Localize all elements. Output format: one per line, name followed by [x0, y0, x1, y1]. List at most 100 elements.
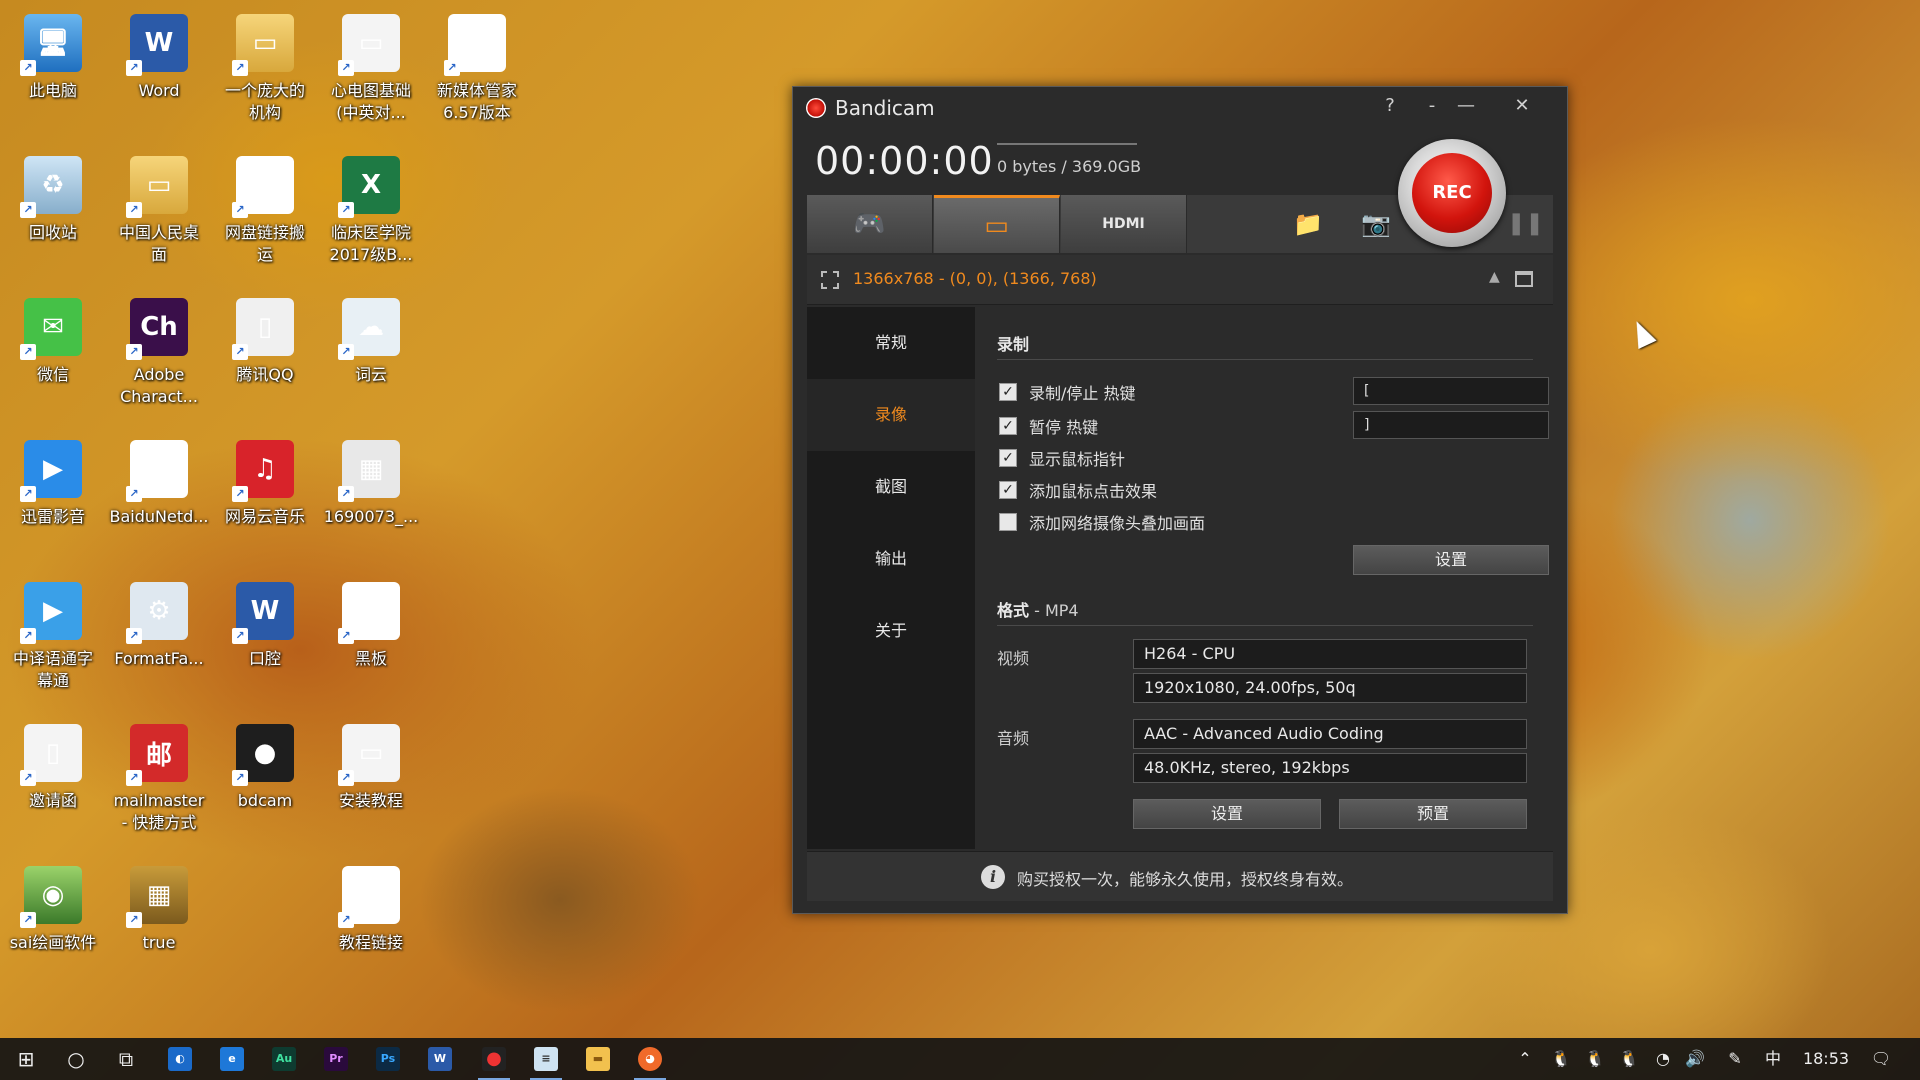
tray-qq-icon[interactable]: 🐧: [1546, 1038, 1576, 1080]
record-settings-button[interactable]: 设置: [1353, 545, 1549, 575]
desktop-icon[interactable]: ◉ sai绘画软件: [4, 858, 102, 994]
region-bar[interactable]: 1366x768 - (0, 0), (1366, 768) ▲: [807, 255, 1553, 305]
sidebar-item-output[interactable]: 输出: [807, 523, 975, 595]
taskbar-audition[interactable]: Au: [260, 1042, 308, 1076]
desktop-icon[interactable]: ▶ 中译语通字 幕通: [4, 574, 102, 710]
search-button[interactable]: ○: [52, 1042, 100, 1076]
desktop-icon[interactable]: X 临床医学院 2017级B...: [322, 148, 420, 284]
option-pause-hotkey[interactable]: ✓ 暂停 热键: [999, 415, 1098, 437]
tray-clock[interactable]: 18:53: [1798, 1038, 1854, 1080]
collapse-arrow-icon[interactable]: ▲: [1489, 269, 1500, 285]
bandicam-window: Bandicam ? - — ✕ 00:00:00 0 bytes / 369.…: [792, 86, 1568, 914]
rec-button[interactable]: REC: [1398, 139, 1506, 247]
desktop-icon-image-icon: ▦: [126, 866, 188, 928]
action-center-icon[interactable]: 🗨: [1866, 1038, 1896, 1080]
desktop-icon[interactable]: ▶ 迅雷影音: [4, 432, 102, 568]
desktop-icon[interactable]: ♫ 网易云音乐: [216, 432, 314, 568]
desktop-icon[interactable]: 🖥 此电脑: [4, 6, 102, 142]
format-value: - MP4: [1029, 601, 1079, 620]
desktop-icon[interactable]: ▭ 中国人民桌 面: [110, 148, 208, 284]
checkbox-record-hotkey[interactable]: ✓: [999, 383, 1017, 401]
checkbox-webcam-overlay[interactable]: [999, 513, 1017, 531]
open-folder-button[interactable]: 📁: [1275, 195, 1341, 253]
desktop-icon[interactable]: ⚙ FormatFa...: [110, 574, 208, 710]
desktop-icon[interactable]: ▦ 1690073_...: [322, 432, 420, 568]
tray-pen-icon[interactable]: ✎: [1720, 1038, 1750, 1080]
desktop-icon[interactable]: 邮 mailmaster - 快捷方式: [110, 716, 208, 852]
screen-mode-tab[interactable]: ▭: [934, 195, 1060, 253]
desktop-icon[interactable]: ▯ 邀请函: [4, 716, 102, 852]
desktop-icon[interactable]: ▭ 安装教程: [322, 716, 420, 852]
option-label: 录制/停止 热键: [1029, 384, 1136, 403]
desktop-icon[interactable]: ✉ 微信: [4, 290, 102, 426]
taskbar-browser[interactable]: ◐: [156, 1042, 204, 1076]
desktop-icon[interactable]: ✿ BaiduNetd...: [109, 432, 209, 568]
tray-qq-icon[interactable]: 🐧: [1614, 1038, 1644, 1080]
desktop-icon-image-icon: ▦: [338, 440, 400, 502]
help-button[interactable]: ?: [1373, 93, 1407, 119]
desktop-icon[interactable]: ▦ true: [110, 858, 208, 994]
desktop-icon[interactable]: ≡ 黑板: [322, 574, 420, 710]
sidebar-item-about[interactable]: 关于: [807, 595, 975, 667]
start-button[interactable]: ⊞: [2, 1042, 50, 1076]
desktop-icon-image-icon: ▭: [126, 156, 188, 218]
desktop-icon[interactable]: ≡ 教程链接: [322, 858, 420, 994]
windows-logo-icon: ⊞: [17, 1047, 35, 1071]
edge-icon: e: [220, 1047, 244, 1071]
taskbar-bandicam[interactable]: ●: [470, 1042, 518, 1080]
desktop-icon[interactable]: ▯ 腾讯QQ: [216, 290, 314, 426]
taskbar-word[interactable]: W: [416, 1042, 464, 1076]
desktop-icon[interactable]: ● bdcam: [216, 716, 314, 852]
browser-icon: ◐: [168, 1047, 192, 1071]
minimize-button[interactable]: —: [1449, 93, 1483, 119]
license-info-text[interactable]: 购买授权一次，能够永久使用，授权终身有效。: [1017, 866, 1353, 890]
desktop-icon-label: bdcam: [237, 791, 293, 810]
checkbox-click-effect[interactable]: ✓: [999, 481, 1017, 499]
record-hotkey-field[interactable]: [: [1353, 377, 1549, 405]
taskbar-photoshop[interactable]: Ps: [364, 1042, 412, 1076]
game-mode-tab[interactable]: 🎮: [807, 195, 933, 253]
taskbar-edge[interactable]: e: [208, 1042, 256, 1076]
desktop-icon-label: 迅雷影音: [20, 507, 85, 526]
sidebar-item-image[interactable]: 截图: [807, 451, 975, 523]
taskbar-premiere[interactable]: Pr: [312, 1042, 360, 1076]
option-click-effect[interactable]: ✓ 添加鼠标点击效果: [999, 479, 1157, 501]
desktop-icon[interactable]: ♻ 回收站: [4, 148, 102, 284]
task-view-icon: ⧉: [118, 1047, 134, 1071]
footer-bar[interactable]: i 购买授权一次，能够永久使用，授权终身有效。: [807, 851, 1553, 901]
preset-button[interactable]: 预置: [1339, 799, 1527, 829]
desktop-icon[interactable]: Ch Adobe Charact...: [110, 290, 208, 426]
desktop-icon[interactable]: ≡ 网盘链接搬 运: [216, 148, 314, 284]
format-settings-button[interactable]: 设置: [1133, 799, 1321, 829]
pause-button[interactable]: ❚❚: [1507, 207, 1544, 241]
option-record-hotkey[interactable]: ✓ 录制/停止 热键: [999, 381, 1135, 403]
tray-wifi-icon[interactable]: ◔: [1648, 1038, 1678, 1080]
taskbar-app[interactable]: ◕: [626, 1042, 674, 1080]
close-button[interactable]: ✕: [1505, 93, 1539, 119]
fullscreen-icon[interactable]: [1515, 271, 1533, 287]
checkbox-pause-hotkey[interactable]: ✓: [999, 417, 1017, 435]
sidebar-item-video[interactable]: 录像: [807, 379, 975, 451]
pause-hotkey-field[interactable]: ]: [1353, 411, 1549, 439]
option-webcam-overlay[interactable]: 添加网络摄像头叠加画面: [999, 511, 1205, 533]
option-show-cursor[interactable]: ✓ 显示鼠标指针: [999, 447, 1125, 469]
tray-ime-indicator[interactable]: 中: [1758, 1038, 1788, 1080]
mini-mode-button[interactable]: -: [1415, 93, 1449, 119]
desktop-icon[interactable]: ☁ 词云: [322, 290, 420, 426]
taskbar-explorer[interactable]: ▬: [574, 1042, 622, 1076]
device-mode-tab[interactable]: HDMI: [1061, 195, 1187, 253]
task-view-button[interactable]: ⧉: [102, 1042, 150, 1076]
tray-volume-icon[interactable]: 🔊: [1680, 1038, 1710, 1080]
sidebar-item-general[interactable]: 常规: [807, 307, 975, 379]
recording-timer: 00:00:00: [815, 139, 994, 183]
taskbar-notepad[interactable]: ≡: [522, 1042, 570, 1080]
tray-qq-icon[interactable]: 🐧: [1580, 1038, 1610, 1080]
title-bar[interactable]: Bandicam ? - — ✕: [793, 87, 1567, 127]
desktop-icon[interactable]: W 口腔: [216, 574, 314, 710]
tray-overflow-chevron-icon[interactable]: ⌃: [1510, 1038, 1540, 1080]
desktop-icon[interactable]: ▭ 一个庞大的 机构: [216, 6, 314, 142]
checkbox-show-cursor[interactable]: ✓: [999, 449, 1017, 467]
desktop-icon[interactable]: ▭ 心电图基础 (中英对...: [322, 6, 420, 142]
desktop-icon[interactable]: ▯ 新媒体管家 6.57版本: [428, 6, 526, 142]
desktop-icon[interactable]: W Word: [110, 6, 208, 142]
